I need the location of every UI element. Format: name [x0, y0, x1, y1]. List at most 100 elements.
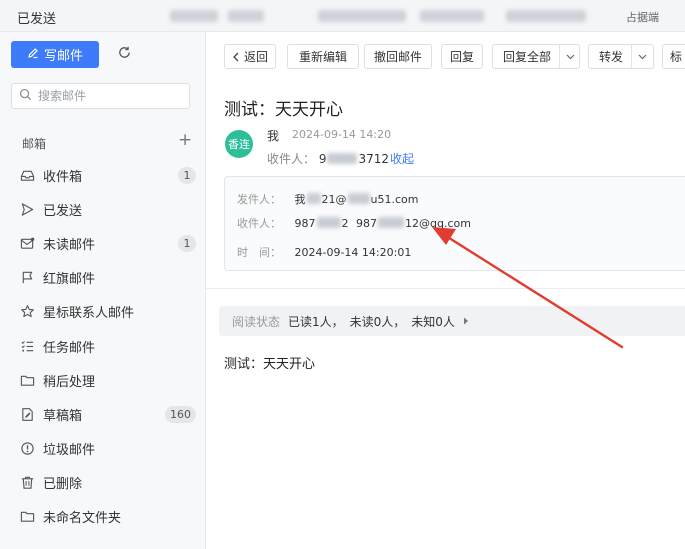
- mark-label: 标: [670, 50, 683, 64]
- from-value: 21@: [321, 193, 347, 206]
- sidebar: 写邮件 邮箱 + 收件箱 1 已发送 未读邮件 1 红旗邮件: [0, 32, 206, 549]
- reedit-label: 重新编辑: [298, 50, 347, 64]
- unread-count-badge: 1: [178, 235, 196, 253]
- title-bar: 已发送 占据端: [0, 0, 685, 32]
- star-icon: [19, 304, 35, 320]
- add-folder-button[interactable]: +: [178, 131, 192, 149]
- sidebar-item-label: 垃圾邮件: [43, 443, 96, 459]
- reply-label: 回复: [449, 50, 474, 64]
- recipient-value: 3712: [358, 152, 390, 166]
- read-status-bar[interactable]: 阅读状态 已读1人， 未读0人， 未知0人: [219, 306, 685, 336]
- to-value: 2: [341, 217, 349, 230]
- redacted-text: [306, 193, 321, 204]
- redacted-text: [316, 217, 341, 228]
- sidebar-item-inbox[interactable]: 收件箱 1: [0, 158, 205, 192]
- details-time-row: 时 间： 2024-09-14 14:20:01: [237, 244, 411, 260]
- sidebar-item-flagged[interactable]: 红旗邮件: [0, 261, 205, 295]
- folder-list: 收件箱 1 已发送 未读邮件 1 红旗邮件 星标联系人邮件 任务邮件 稍后处理: [0, 158, 205, 534]
- reedit-button[interactable]: 重新编辑: [287, 44, 359, 69]
- recipient-label: 收件人：: [267, 152, 316, 166]
- sidebar-item-label: 未命名文件夹: [43, 511, 122, 527]
- to-value: 12@qq.com: [405, 217, 471, 230]
- details-from-row: 发件人： 我 21@ u51.com: [237, 191, 418, 207]
- caret-right-icon: [463, 317, 469, 325]
- sidebar-item-later[interactable]: 稍后处理: [0, 363, 205, 397]
- search-input[interactable]: [38, 89, 178, 103]
- time-label: 时 间：: [237, 246, 281, 259]
- sidebar-item-label: 红旗邮件: [43, 272, 96, 288]
- refresh-icon: [117, 45, 132, 63]
- recipient-summary: 收件人： 9 3712: [267, 150, 389, 167]
- mail-body: 测试：天天开心: [224, 357, 316, 372]
- draft-icon: [19, 406, 35, 422]
- details-to-row: 收件人： 987 2 987 12@qq.com: [237, 215, 471, 231]
- sidebar-item-sent[interactable]: 已发送: [0, 192, 205, 226]
- reply-button[interactable]: 回复: [441, 44, 483, 69]
- sidebar-item-unread[interactable]: 未读邮件 1: [0, 226, 205, 260]
- sidebar-item-deleted[interactable]: 已删除: [0, 466, 205, 500]
- pencil-icon: [27, 47, 39, 63]
- sidebar-item-tasks[interactable]: 任务邮件: [0, 329, 205, 363]
- redacted-text: [420, 10, 484, 22]
- redacted-text: [318, 10, 406, 22]
- mail-toolbar: 返回 重新编辑 撤回邮件 回复 回复全部 转发 标: [206, 32, 685, 80]
- redacted-text: [506, 10, 586, 22]
- folder-icon: [19, 372, 35, 388]
- window-title: 已发送: [17, 12, 57, 27]
- read-status-label: 阅读状态: [232, 314, 281, 329]
- to-value: 987: [294, 217, 316, 230]
- compose-button[interactable]: 写邮件: [11, 41, 99, 68]
- draft-count-badge: 160: [165, 406, 196, 424]
- divider: [206, 288, 685, 289]
- mailbox-section-label: 邮箱: [22, 137, 47, 151]
- avatar[interactable]: 香连: [225, 130, 253, 158]
- mail-details-panel: 发件人： 我 21@ u51.com 收件人： 987 2 987 12@qq.com …: [224, 176, 685, 271]
- compose-label: 写邮件: [43, 49, 83, 64]
- recall-button[interactable]: 撤回邮件: [364, 44, 432, 69]
- unknown-count: 未知0人: [411, 314, 455, 329]
- back-button[interactable]: 返回: [224, 44, 276, 69]
- mark-button[interactable]: 标: [662, 44, 685, 69]
- sidebar-item-label: 稍后处理: [43, 374, 96, 390]
- reply-all-button[interactable]: 回复全部: [492, 44, 580, 69]
- to-value: 987: [356, 217, 377, 230]
- reply-all-label: 回复全部: [503, 50, 552, 64]
- sidebar-item-starred-contacts[interactable]: 星标联系人邮件: [0, 295, 205, 329]
- search-box: [11, 83, 190, 109]
- unread-count-badge: 1: [178, 167, 196, 184]
- redacted-text: [327, 153, 358, 164]
- sidebar-item-unnamed-folder[interactable]: 未命名文件夹: [0, 500, 205, 534]
- unread-count: 未读0人，: [349, 314, 406, 329]
- chevron-left-icon: [232, 52, 240, 62]
- from-label: 发件人：: [237, 193, 281, 206]
- inbox-icon: [19, 167, 35, 183]
- redacted-text: [347, 193, 370, 204]
- from-value: u51.com: [370, 193, 419, 206]
- refresh-button[interactable]: [114, 44, 134, 64]
- collapse-link[interactable]: 收起: [390, 150, 414, 167]
- sidebar-item-drafts[interactable]: 草稿箱 160: [0, 397, 205, 431]
- unread-mail-icon: [19, 235, 35, 251]
- search-icon: [19, 88, 32, 104]
- flag-icon: [19, 270, 35, 286]
- mail-subject: 测试：天天开心: [224, 100, 343, 120]
- sidebar-item-spam[interactable]: 垃圾邮件: [0, 432, 205, 466]
- sidebar-item-label: 草稿箱: [43, 408, 83, 424]
- sidebar-item-label: 任务邮件: [43, 340, 96, 356]
- forward-label: 转发: [599, 50, 624, 64]
- chevron-down-icon[interactable]: [631, 45, 653, 68]
- time-value: 2024-09-14 14:20:01: [294, 246, 412, 259]
- sidebar-item-label: 未读邮件: [43, 237, 96, 253]
- folder-icon: [19, 509, 35, 525]
- to-label: 收件人：: [237, 217, 281, 230]
- trash-icon: [19, 475, 35, 491]
- read-count: 已读1人，: [288, 314, 344, 329]
- chevron-down-icon[interactable]: [559, 45, 581, 68]
- redacted-text: [378, 217, 404, 228]
- recipient-value: 9: [318, 152, 327, 166]
- sent-time: 2024-09-14 14:20: [292, 128, 392, 141]
- recall-label: 撤回邮件: [373, 50, 422, 64]
- sidebar-item-label: 已发送: [43, 203, 83, 219]
- back-label: 返回: [243, 50, 268, 64]
- forward-button[interactable]: 转发: [588, 44, 654, 69]
